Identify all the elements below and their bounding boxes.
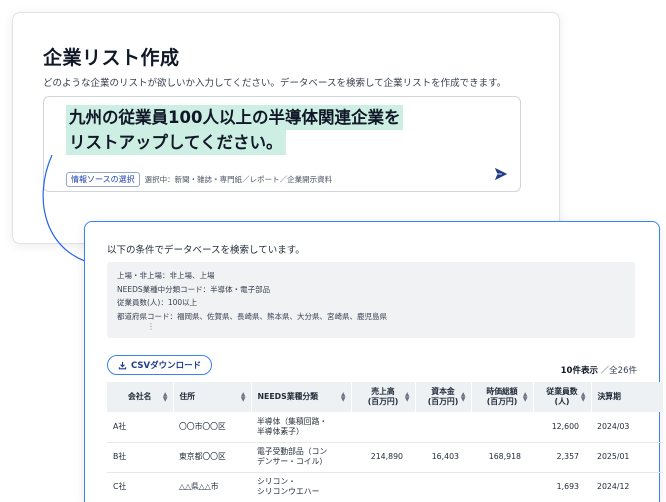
- cell-company: B社: [107, 442, 173, 473]
- csv-download-button[interactable]: CSVダウンロード: [107, 355, 213, 375]
- cell-market-cap: [471, 412, 533, 443]
- source-selected-text: 選択中：新聞・雑誌・専門紙／レポート／企業開示資料: [144, 175, 333, 184]
- cell-employees: 12,600: [533, 412, 591, 443]
- cell-sales: [351, 412, 415, 443]
- cell-address: 東京都〇〇区: [173, 442, 251, 473]
- cell-company: A社: [107, 412, 173, 443]
- sort-icon: ▲ ▼: [522, 391, 528, 403]
- conditions-box: 上場・非上場：非上場、上場 NEEDS業種中分類コード：半導体・電子部品 従業員…: [107, 262, 635, 338]
- count-total: ／全26件: [600, 366, 637, 376]
- column-header-employees[interactable]: 従業員数 (人) ▲ ▼: [533, 382, 592, 412]
- prompt-input[interactable]: 九州の従業員100人以上の半導体関連企業を リストアップしてください。 情報ソー…: [43, 96, 521, 192]
- results-table: 会社名 ▲ ▼ 住所 ▲ ▼ NEEDS業種分類 ▲ ▼ 売上高 (百万円) ▲ ▼ 資本金 (百万…: [107, 382, 664, 502]
- column-header-sales[interactable]: 売上高 (百万円) ▲ ▼: [351, 382, 416, 412]
- prompt-text: 九州の従業員100人以上の半導体関連企業を リストアップしてください。: [66, 105, 404, 155]
- column-header-fiscal[interactable]: 決算期: [591, 382, 664, 412]
- column-header-address[interactable]: 住所 ▲ ▼: [173, 382, 252, 412]
- cell-capital: 16,403: [415, 442, 471, 473]
- condition-line: NEEDS業種中分類コード：半導体・電子部品: [117, 284, 271, 294]
- cell-sales: [351, 472, 415, 502]
- condition-line: 従業員数(人)：100以上: [117, 298, 198, 307]
- sort-icon: ▲ ▼: [340, 391, 346, 403]
- cell-address: △△県△△市: [173, 472, 251, 502]
- cell-address: 〇〇市〇〇区: [173, 412, 251, 443]
- sort-icon: ▲ ▼: [162, 391, 168, 403]
- sort-icon: ▲ ▼: [460, 391, 466, 403]
- csv-download-label: CSVダウンロード: [131, 361, 202, 371]
- sort-icon: ▲ ▼: [580, 391, 586, 403]
- condition-line: 都道府県コード：福岡県、佐賀県、長崎県、熊本県、大分県、宮崎県、鹿児島県: [117, 311, 387, 321]
- column-header-company[interactable]: 会社名 ▲ ▼: [107, 382, 174, 412]
- source-select-button[interactable]: 情報ソースの選択: [66, 172, 140, 187]
- page-description: どのような企業のリストが欲しいか入力してください。データベースを検索して企業リス…: [43, 78, 507, 89]
- cell-fiscal: 2024/12: [591, 472, 663, 502]
- table-row[interactable]: B社 東京都〇〇区 電子受動部品（コン デンサー・コイル） 214,890 16,…: [107, 442, 663, 473]
- cell-fiscal: 2024/03: [591, 412, 663, 443]
- prompt-line-1: 九州の従業員100人以上の半導体関連企業を: [66, 105, 404, 130]
- cell-employees: 2,357: [533, 442, 591, 473]
- results-intro: 以下の条件でデータベースを検索しています。: [107, 245, 305, 256]
- cell-sales: 214,890: [351, 442, 415, 473]
- condition-line: 上場・非上場：非上場、上場: [117, 271, 215, 280]
- table-row[interactable]: A社 〇〇市〇〇区 半導体（集積回路・ 半導体素子） 12,600 2024/03: [107, 412, 663, 443]
- column-header-market-cap[interactable]: 時価総額 (百万円) ▲ ▼: [471, 382, 534, 412]
- prompt-line-2: リストアップしてください。: [66, 130, 286, 155]
- search-results-card: 以下の条件でデータベースを検索しています。 上場・非上場：非上場、上場 NEED…: [84, 221, 664, 502]
- sort-icon: ▲ ▼: [404, 391, 410, 403]
- table-row[interactable]: C社 △△県△△市 シリコン・ シリコンウエハー 1,693 2024/12: [107, 472, 663, 502]
- cell-fiscal: 2025/01: [591, 442, 663, 473]
- count-shown: 10件表示: [560, 366, 598, 376]
- cell-employees: 1,693: [533, 472, 591, 502]
- download-icon: [118, 361, 127, 369]
- column-header-capital[interactable]: 資本金 (百万円) ▲ ▼: [415, 382, 472, 412]
- sort-icon: ▲ ▼: [240, 391, 246, 403]
- table-header-row: 会社名 ▲ ▼ 住所 ▲ ▼ NEEDS業種分類 ▲ ▼ 売上高 (百万円) ▲ ▼ 資本金 (百万…: [107, 382, 664, 412]
- column-header-industry[interactable]: NEEDS業種分類 ▲ ▼: [251, 382, 352, 412]
- page-title: 企業リスト作成: [43, 47, 180, 69]
- cell-market-cap: [471, 472, 533, 502]
- cell-industry: 半導体（集積回路・ 半導体素子）: [251, 412, 351, 443]
- cell-market-cap: 168,918: [471, 442, 533, 473]
- cell-industry: シリコン・ シリコンウエハー: [251, 472, 351, 502]
- send-icon[interactable]: [494, 167, 508, 181]
- cell-industry: 電子受動部品（コン デンサー・コイル）: [251, 442, 351, 473]
- conditions-more: ⋮: [147, 322, 155, 331]
- cell-capital: [415, 472, 471, 502]
- source-row: 情報ソースの選択 選択中：新聞・雑誌・専門紙／レポート／企業開示資料: [66, 172, 332, 187]
- result-count: 10件表示 ／全26件: [561, 364, 637, 376]
- cell-capital: [415, 412, 471, 443]
- cell-company: C社: [107, 472, 173, 502]
